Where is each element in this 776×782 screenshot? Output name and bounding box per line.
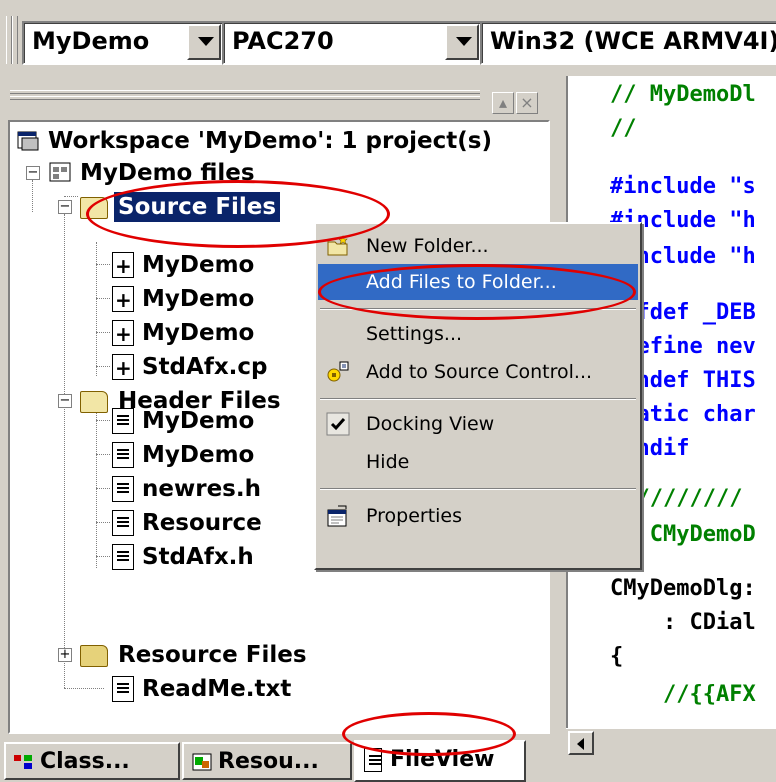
source-file-icon: [112, 285, 134, 315]
tree-line: [96, 332, 110, 333]
tree-item-label: StdAfx.cp: [142, 354, 268, 380]
tree-line: [96, 264, 110, 265]
menu-item-label: Settings...: [366, 323, 463, 345]
tree-item-label: newres.h: [142, 476, 261, 502]
tree-item-label: MyDemo: [142, 442, 255, 468]
menu-item-label: Docking View: [366, 413, 495, 435]
source-file-icon: [112, 353, 134, 383]
properties-icon: [327, 505, 347, 527]
close-icon[interactable]: ×: [516, 92, 538, 114]
tree-item-label: MyDemo: [142, 286, 255, 312]
header-file-icon: [112, 476, 134, 502]
header-file-icon: [112, 510, 134, 536]
tree-line: [96, 522, 110, 523]
tree-line: [96, 366, 110, 367]
config-combo-value: Win32 (WCE ARMV4I): [490, 27, 776, 55]
tree-line: [96, 420, 110, 421]
annotation-ring-source-files: [86, 180, 390, 248]
tree-line: [96, 556, 110, 557]
tab-classview[interactable]: Class...: [4, 742, 180, 780]
tab-label: Class...: [40, 749, 130, 774]
code-line: // MyDemoDl: [610, 82, 756, 107]
annotation-ring-fileview: [342, 712, 516, 756]
annotation-ring-add-files: [318, 264, 636, 320]
header-file-icon: [112, 408, 134, 434]
maximize-icon[interactable]: ▴: [492, 92, 514, 114]
code-line: {: [610, 644, 624, 669]
source-file-icon: [112, 251, 134, 281]
collapse-icon[interactable]: −: [58, 394, 72, 408]
menu-item-hide[interactable]: Hide: [318, 444, 638, 480]
tree-item-label: ReadMe.txt: [142, 676, 292, 702]
chevron-down-icon[interactable]: [445, 24, 479, 60]
header-file-icon: [112, 442, 134, 468]
header-file-icon: [112, 544, 134, 570]
panel-grip[interactable]: [10, 90, 480, 94]
tree-item-label: Workspace 'MyDemo': 1 project(s): [48, 128, 492, 154]
menu-item-label: Hide: [366, 451, 410, 473]
text-file-icon: [112, 676, 134, 702]
tree-item-label: MyDemo: [142, 252, 255, 278]
tree-item-label: MyDemo: [142, 408, 255, 434]
tree-line: [96, 454, 110, 455]
project-combo-value: MyDemo: [32, 27, 150, 55]
collapse-icon[interactable]: −: [26, 166, 40, 180]
source-control-icon: [327, 361, 349, 382]
tree-line: [64, 688, 104, 689]
panel-grip[interactable]: [10, 96, 480, 100]
project-icon: [49, 162, 71, 182]
tree-item-label: MyDemo: [142, 320, 255, 346]
folder-icon: [80, 645, 108, 667]
tree-line: [32, 180, 33, 212]
tree-line: [64, 214, 65, 688]
code-line: : CDial: [610, 610, 756, 635]
menu-item-new-folder[interactable]: New Folder...: [318, 228, 638, 264]
code-line: #include "s: [610, 174, 756, 199]
tree-line: [96, 398, 97, 568]
config-combo[interactable]: Win32 (WCE ARMV4I): [480, 21, 776, 65]
platform-combo-value: PAC270: [232, 27, 334, 55]
tab-resourceview[interactable]: Resou...: [182, 742, 352, 780]
collapse-icon[interactable]: −: [58, 200, 72, 214]
workspace-icon: [17, 131, 39, 151]
menu-item-label: Add to Source Control...: [366, 361, 593, 383]
tree-line: [96, 298, 110, 299]
code-line: //: [610, 116, 637, 141]
menu-item-label: Properties: [366, 505, 463, 527]
expand-icon[interactable]: +: [58, 648, 72, 662]
tree-item-label: StdAfx.h: [142, 544, 254, 570]
menu-item-settings[interactable]: Settings...: [318, 316, 638, 352]
platform-combo[interactable]: PAC270: [222, 21, 482, 65]
menu-separator: [320, 398, 636, 400]
tree-item-label: Resource Files: [118, 642, 307, 668]
toolbar: MyDemo PAC270 Win32 (WCE ARMV4I): [0, 0, 776, 76]
chevron-down-icon[interactable]: [187, 24, 221, 60]
code-line: //{{AFX: [610, 682, 756, 707]
checkmark-icon: [326, 412, 350, 436]
scroll-left-icon[interactable]: [568, 731, 594, 755]
tree-line: [64, 196, 78, 197]
menu-item-source-control[interactable]: Add to Source Control...: [318, 354, 638, 390]
menu-item-properties[interactable]: Properties: [318, 498, 638, 534]
menu-separator: [320, 488, 636, 490]
tree-line: [96, 242, 97, 376]
tree-item-label: Resource: [142, 510, 262, 536]
code-line: CMyDemoDlg:: [610, 576, 756, 601]
horizontal-scrollbar[interactable]: [566, 728, 776, 757]
menu-item-docking-view[interactable]: Docking View: [318, 406, 638, 442]
tab-label: Resou...: [218, 749, 319, 774]
source-file-icon: [112, 319, 134, 349]
folder-open-icon: [80, 391, 108, 413]
menu-item-label: New Folder...: [366, 235, 489, 257]
toolbar-grip[interactable]: [12, 16, 18, 64]
project-combo[interactable]: MyDemo: [22, 21, 224, 65]
tree-line: [96, 488, 110, 489]
